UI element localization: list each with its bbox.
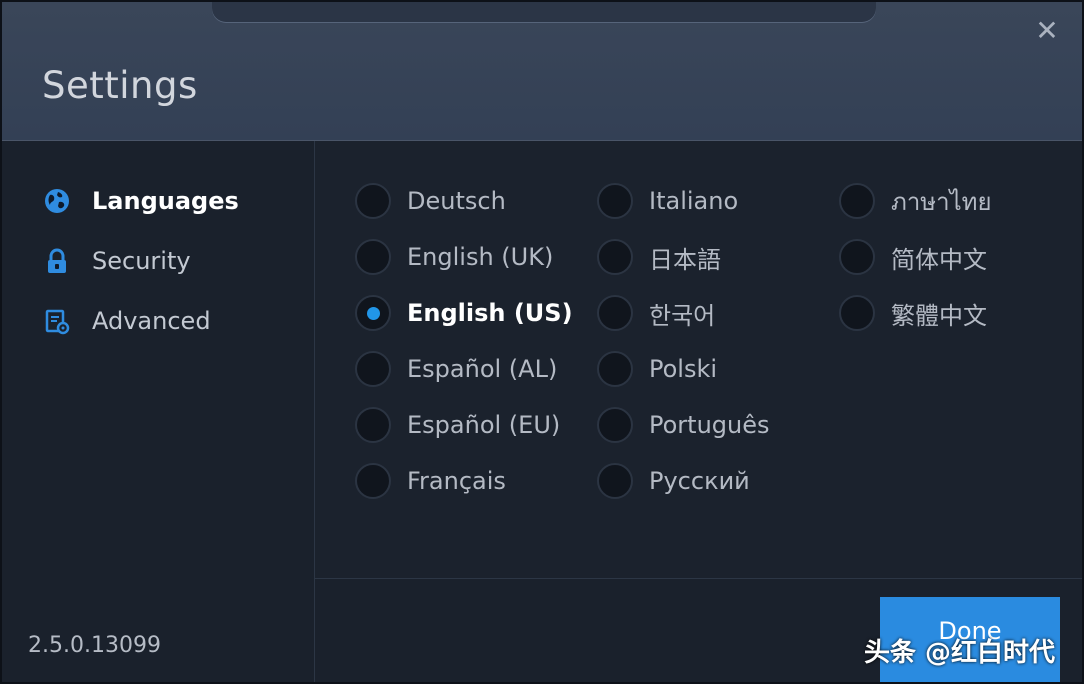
close-button[interactable]: ✕ [1034,14,1060,47]
radio-button[interactable] [355,351,391,387]
language-option-simplified-chinese[interactable]: 简体中文 [839,237,987,277]
language-label: 日本語 [649,245,721,274]
radio-button[interactable] [597,407,633,443]
language-option-italiano[interactable]: Italiano [597,181,738,221]
radio-button[interactable] [355,239,391,275]
sidebar-item-label: Security [92,247,191,275]
radio-button[interactable] [839,183,875,219]
radio-button[interactable] [597,463,633,499]
sidebar-item-label: Advanced [92,307,211,335]
sidebar-item-languages[interactable]: Languages [42,183,239,219]
language-label: Español (EU) [407,411,561,439]
language-option-traditional-chinese[interactable]: 繁體中文 [839,293,987,333]
radio-button-selected[interactable] [355,295,391,331]
radio-selected-dot [366,306,380,320]
language-label: 繁體中文 [891,301,987,330]
language-label: Deutsch [407,187,506,215]
advanced-settings-icon [42,306,72,336]
language-label: Polski [649,355,718,383]
radio-button[interactable] [597,351,633,387]
radio-button[interactable] [839,295,875,331]
language-option-korean[interactable]: 한국어 [597,293,715,333]
close-icon: ✕ [1035,14,1059,47]
language-label: Italiano [649,187,739,215]
language-option-english-uk[interactable]: English (UK) [355,237,553,277]
sidebar-item-label: Languages [92,187,239,215]
language-label: English (US) [407,299,573,327]
language-list: Deutsch English (UK) English (US) Españo… [315,141,1082,579]
watermark-text: 头条 @红白时代 [864,638,1056,668]
language-option-japanese[interactable]: 日本語 [597,237,721,277]
sidebar-item-security[interactable]: Security [42,243,191,279]
sidebar: Languages Security Advanced 2.5.0.13099 [2,141,315,682]
language-option-espanol-eu[interactable]: Español (EU) [355,405,560,445]
language-label: Русский [649,467,750,495]
globe-icon [42,186,72,216]
language-label: 한국어 [649,301,716,330]
settings-header: Settings ✕ [2,2,1082,141]
language-label: Español (AL) [407,355,558,383]
language-option-english-us[interactable]: English (US) [355,293,573,333]
radio-button[interactable] [355,463,391,499]
radio-button[interactable] [597,239,633,275]
radio-button[interactable] [355,183,391,219]
language-option-francais[interactable]: Français [355,461,506,501]
language-option-portugues[interactable]: Português [597,405,770,445]
language-label: Português [649,411,770,439]
header-tab-decoration [212,2,876,22]
language-label: English (UK) [407,243,554,271]
version-text: 2.5.0.13099 [28,633,161,658]
language-option-deutsch[interactable]: Deutsch [355,181,506,221]
radio-button[interactable] [597,295,633,331]
language-option-thai[interactable]: ภาษาไทย [839,181,992,221]
language-label: ภาษาไทย [891,187,992,216]
language-option-polski[interactable]: Polski [597,349,717,389]
page-title: Settings [42,64,198,107]
settings-window: Settings ✕ Languages Security Advanced 2… [0,0,1084,684]
language-label: Français [407,467,506,495]
language-option-russian[interactable]: Русский [597,461,750,501]
sidebar-item-advanced[interactable]: Advanced [42,303,211,339]
radio-button[interactable] [839,239,875,275]
language-label: 简体中文 [891,245,987,274]
radio-button[interactable] [355,407,391,443]
lock-icon [42,246,72,276]
language-option-espanol-al[interactable]: Español (AL) [355,349,557,389]
radio-button[interactable] [597,183,633,219]
